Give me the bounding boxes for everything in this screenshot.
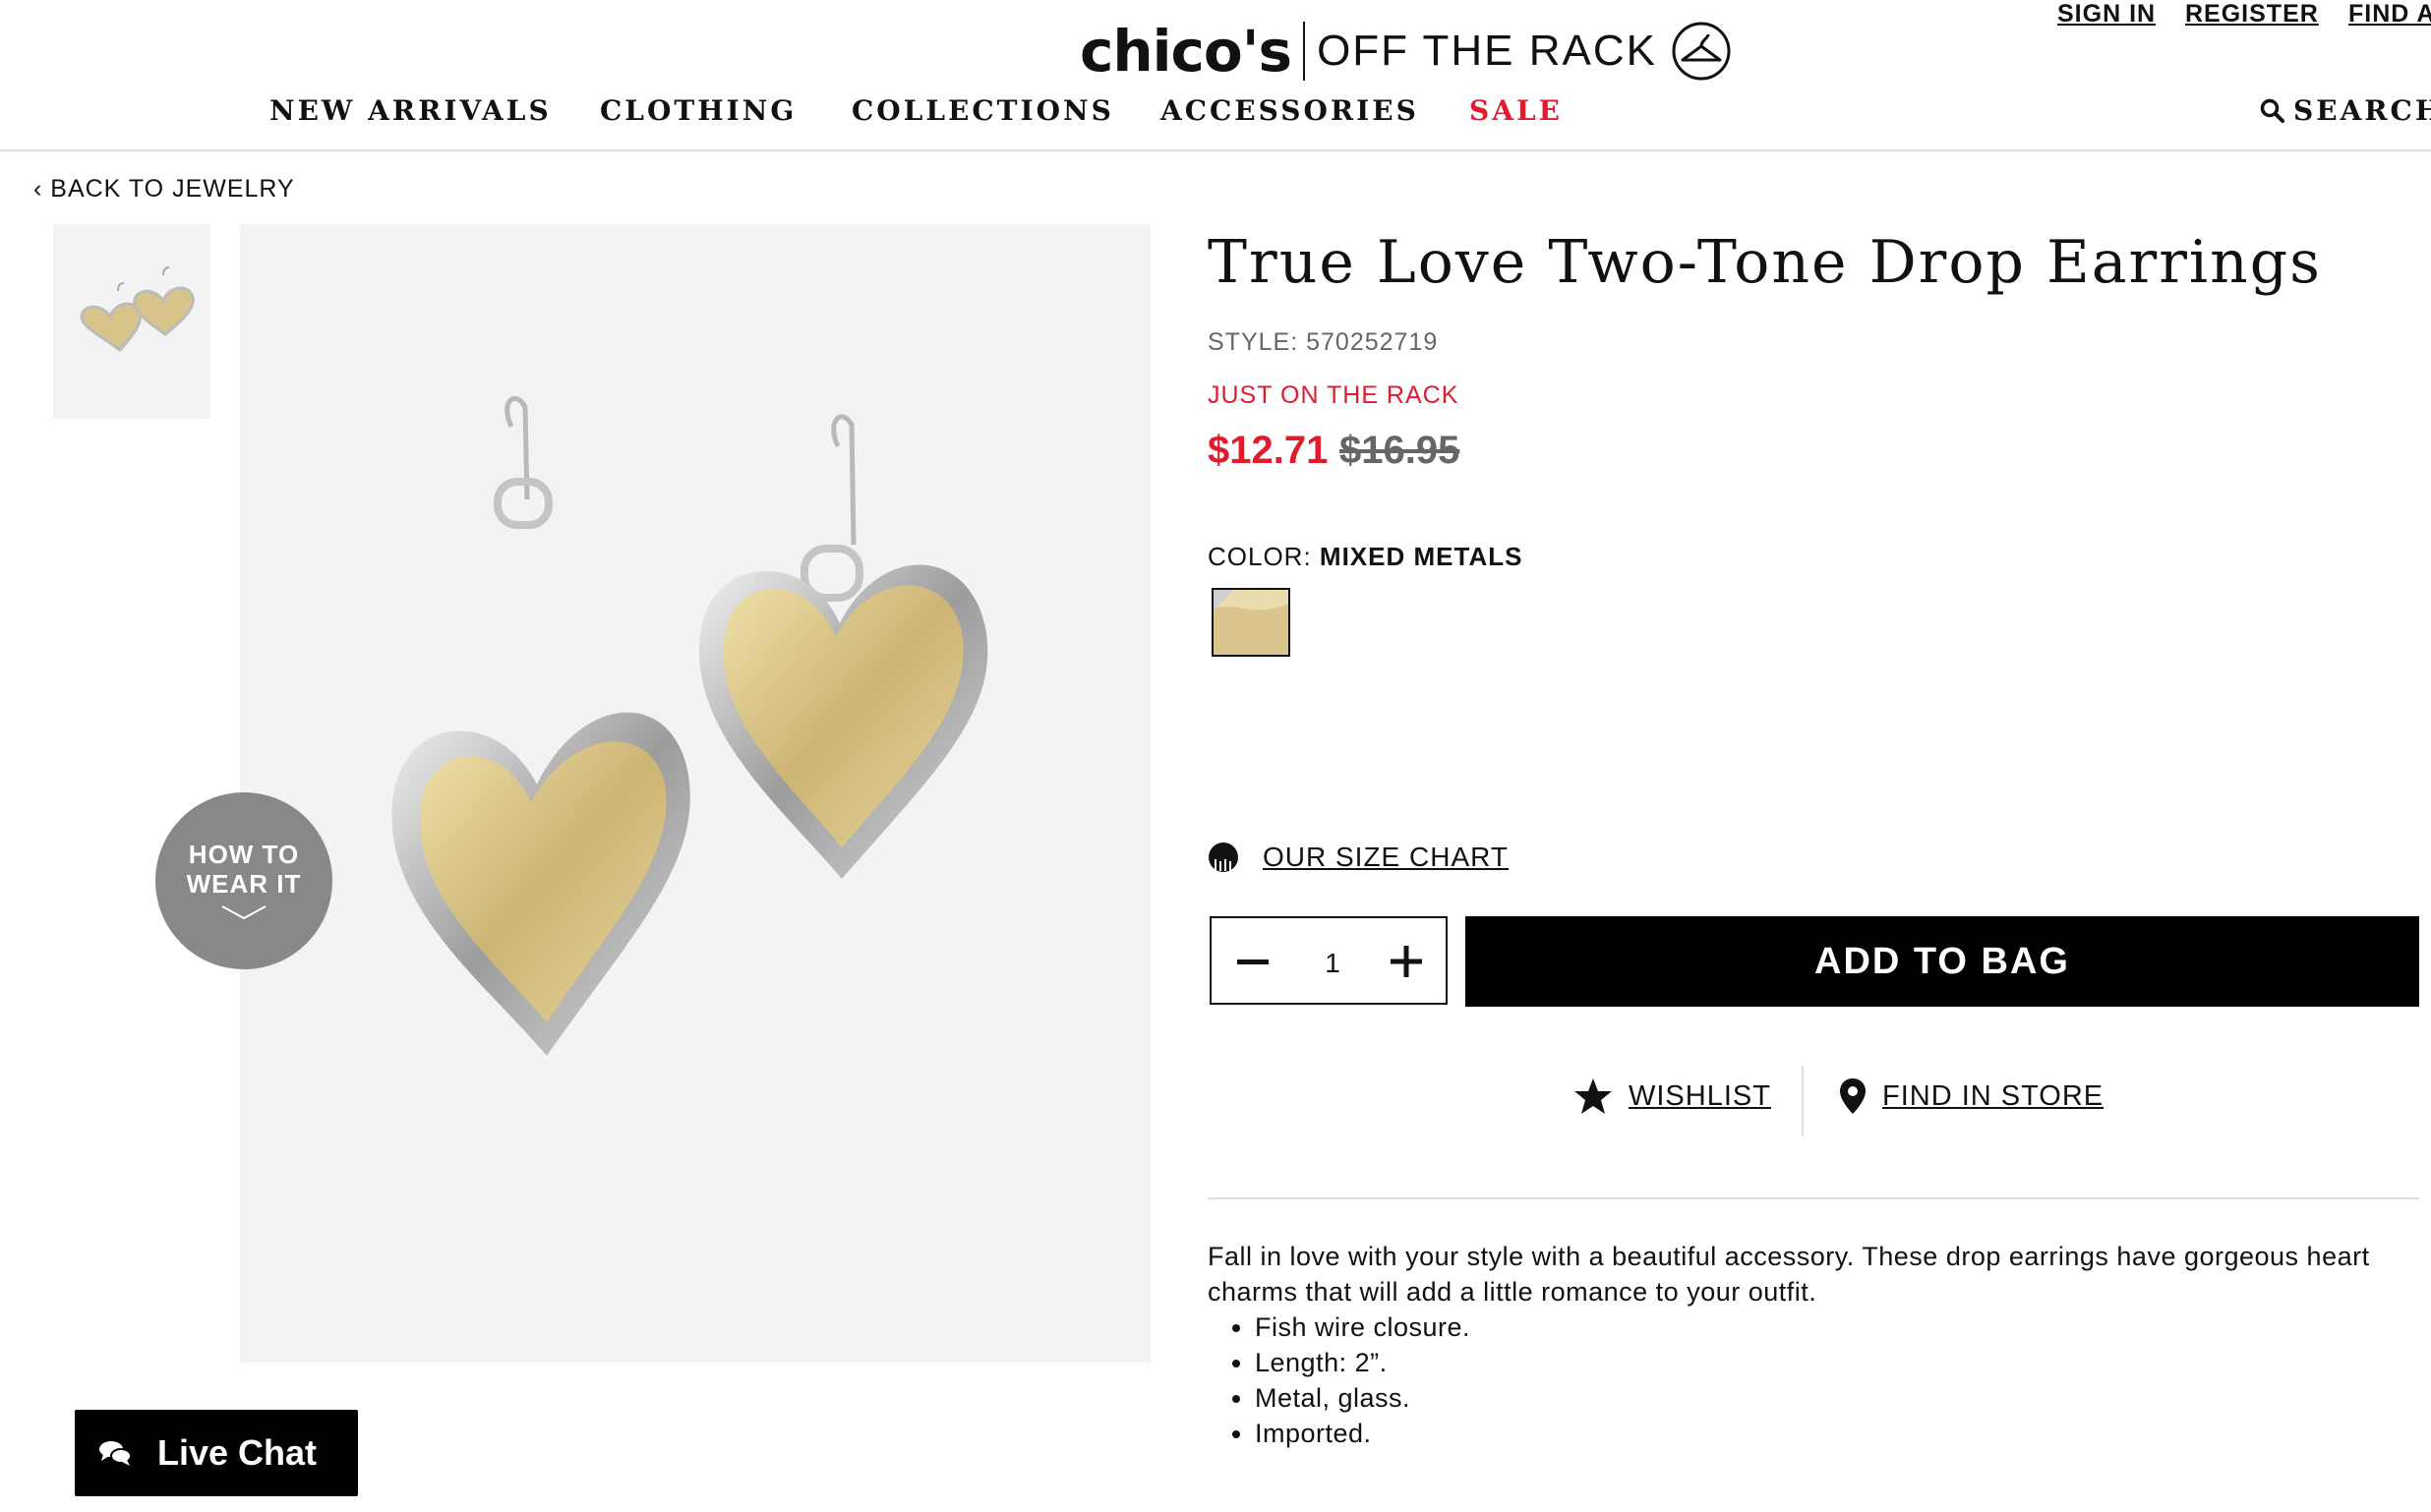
quantity-value[interactable]: 1: [1318, 948, 1347, 979]
nav-clothing[interactable]: CLOTHING: [600, 94, 797, 127]
add-to-bag-button[interactable]: ADD TO BAG: [1465, 916, 2419, 1007]
color-label: COLOR:: [1208, 542, 1312, 571]
search-button[interactable]: SEARCH: [2260, 94, 2431, 127]
size-chart-label: OUR SIZE CHART: [1263, 842, 1509, 872]
back-to-jewelry-link[interactable]: ‹ BACK TO JEWELRY: [33, 175, 295, 204]
size-chart-link[interactable]: OUR SIZE CHART: [1208, 842, 1509, 873]
chevron-down-icon: [221, 905, 267, 920]
feature-item: Fish wire closure.: [1255, 1309, 2417, 1345]
register-link[interactable]: REGISTER: [2185, 0, 2319, 29]
search-label: SEARCH: [2293, 94, 2431, 127]
original-price: $16.95: [1339, 429, 1460, 472]
sign-in-link[interactable]: SIGN IN: [2057, 0, 2156, 29]
nav-new-arrivals[interactable]: NEW ARRIVALS: [269, 94, 552, 127]
description-text: Fall in love with your style with a beau…: [1208, 1242, 2370, 1307]
style-value: 570252719: [1306, 328, 1439, 356]
nav-accessories[interactable]: ACCESSORIES: [1160, 94, 1419, 127]
increase-quantity-button[interactable]: [1385, 940, 1428, 983]
star-icon: [1574, 1078, 1612, 1114]
earrings-image: [391, 395, 988, 1056]
color-value: MIXED METALS: [1319, 542, 1523, 571]
nav-collections[interactable]: COLLECTIONS: [852, 94, 1114, 127]
quantity-stepper: 1: [1210, 916, 1448, 1005]
feature-item: Metal, glass.: [1255, 1380, 2417, 1416]
wishlist-label: WISHLIST: [1629, 1079, 1771, 1112]
search-icon: [2260, 98, 2284, 123]
hanger-icon: [1672, 22, 1731, 81]
live-chat-button[interactable]: Live Chat: [75, 1410, 358, 1496]
ruler-icon: [1209, 843, 1238, 872]
feature-item: Length: 2”.: [1255, 1345, 2417, 1380]
action-divider: [1802, 1066, 1804, 1136]
feature-list: Fish wire closure. Length: 2”. Metal, gl…: [1208, 1309, 2417, 1451]
decrease-quantity-button[interactable]: [1233, 940, 1273, 983]
logo-divider: [1303, 22, 1306, 81]
header-divider: [0, 149, 2431, 151]
sale-price: $12.71: [1208, 429, 1329, 472]
live-chat-label: Live Chat: [157, 1432, 318, 1473]
product-title: True Love Two-Tone Drop Earrings: [1208, 228, 2322, 297]
style-label: STYLE:: [1208, 328, 1299, 356]
color-swatch-mixed-metals[interactable]: [1212, 588, 1290, 657]
feature-item: Imported.: [1255, 1416, 2417, 1451]
logo-brand-text: chico's: [1080, 18, 1292, 85]
status-badge: JUST ON THE RACK: [1208, 381, 1459, 409]
product-description: Fall in love with your style with a beau…: [1208, 1239, 2417, 1451]
earrings-thumbnail-image: [80, 266, 195, 353]
site-logo[interactable]: chico's OFF THE RACK: [1080, 12, 1732, 90]
map-pin-icon: [1840, 1078, 1866, 1114]
back-label: BACK TO JEWELRY: [50, 175, 295, 203]
wishlist-link[interactable]: WISHLIST: [1573, 1077, 1771, 1115]
find-in-store-label: FIND IN STORE: [1882, 1079, 2105, 1112]
chevron-left-icon: ‹: [33, 175, 51, 203]
product-thumbnail[interactable]: [53, 224, 210, 419]
logo-sub-text: OFF THE RACK: [1317, 27, 1657, 75]
description-divider: [1208, 1197, 2419, 1199]
find-in-store-link[interactable]: FIND IN STORE: [1839, 1077, 2104, 1115]
find-store-link[interactable]: FIND A: [2348, 0, 2431, 29]
nav-sale[interactable]: SALE: [1469, 94, 1563, 127]
minus-icon: [1237, 959, 1269, 964]
color-selector-label: COLOR: MIXED METALS: [1208, 542, 1522, 572]
style-number: STYLE: 570252719: [1208, 328, 1438, 357]
how-to-wear-label: HOW TO WEAR IT: [186, 840, 302, 899]
chat-bubbles-icon: [99, 1441, 132, 1466]
product-main-image[interactable]: [240, 224, 1151, 1363]
swatch-image: [1214, 590, 1288, 655]
how-to-wear-it-button[interactable]: HOW TO WEAR IT: [155, 792, 332, 969]
